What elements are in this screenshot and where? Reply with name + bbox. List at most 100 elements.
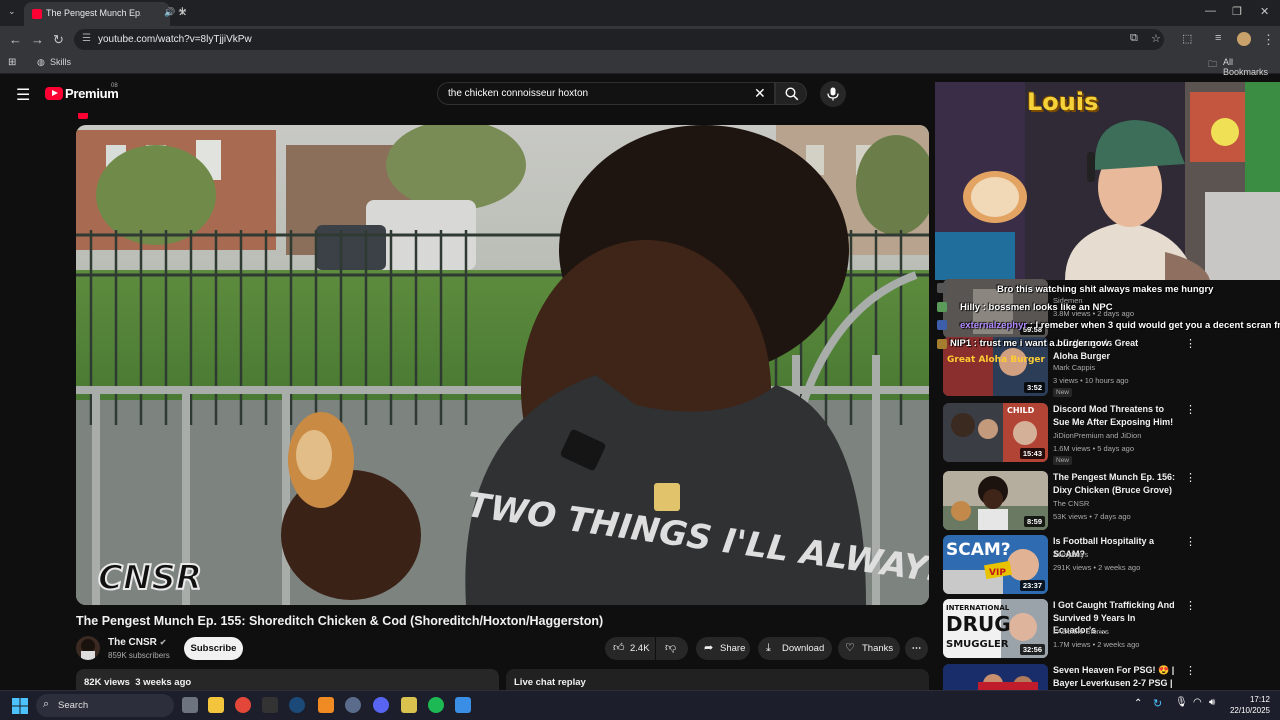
app-icon[interactable] [262,697,278,713]
file-explorer-icon[interactable] [208,697,224,713]
download-button[interactable]: ⤓ Download [758,637,832,660]
back-icon[interactable]: ← [9,32,22,47]
app-icon[interactable] [345,697,361,713]
app-icon[interactable] [401,697,417,713]
steam-icon[interactable] [289,697,305,713]
share-button[interactable]: ➦ Share [696,637,750,660]
verified-icon: ✔ [159,638,167,647]
more-options-icon[interactable]: ⋮ [1185,471,1196,484]
speaker-icon[interactable]: 🔊 [164,7,175,18]
taskbar-search-icon: ⌕ [43,698,50,710]
discord-icon[interactable] [373,697,389,713]
new-badge: New [1053,456,1073,465]
thumbs-up-icon: 👍︎ [613,642,625,654]
youtube-logo-icon[interactable] [45,87,63,100]
more-options-icon[interactable]: ⋮ [1185,403,1196,416]
apps-grid-icon[interactable]: ⊞ [8,57,16,68]
views-and-date: 82K views 3 weeks ago [84,677,192,688]
recommendation-item[interactable]: SCAM? VIP 23:37 Is Football Hospitality a… [943,535,1273,597]
voice-search-button[interactable] [820,81,846,107]
profile-avatar[interactable] [1237,32,1251,46]
new-badge: New [1053,388,1073,397]
recommendation-item[interactable]: 8:59 The Pengest Munch Ep. 156: Dixy Chi… [943,471,1273,533]
windows-start-icon[interactable] [12,698,28,714]
recommendation-title[interactable]: Discord Mod Threatens to Sue Me After Ex… [1053,403,1181,428]
dislike-button[interactable]: 👎︎ [656,637,688,660]
all-bookmarks-link[interactable]: All Bookmarks [1223,57,1280,77]
media-control-icon[interactable]: ≡ [1215,32,1221,44]
duration-badge: 32:56 [1019,644,1045,655]
tab-search-icon[interactable]: ⌄ [8,6,16,17]
wifi-icon[interactable]: ◠ [1193,697,1202,708]
minimize-button[interactable]: — [1205,5,1216,17]
close-window-button[interactable]: ✕ [1260,5,1269,18]
recommendation-channel[interactable]: Mark Cappis [1053,363,1095,372]
recommendation-thumbnail[interactable]: 8:59 [943,471,1048,530]
recommendation-channel[interactable]: LADbible Stories [1053,627,1109,636]
youtube-favicon-icon [32,9,42,19]
hamburger-menu-icon[interactable]: ☰ [16,85,30,105]
search-button[interactable] [775,82,807,105]
video-title: The Pengest Munch Ep. 155: Shoreditch Ch… [76,614,604,628]
recommendation-channel[interactable]: AwayDays [1053,550,1088,559]
more-options-icon[interactable]: ⋮ [1185,535,1196,548]
microphone-tray-icon[interactable]: 🎙︎ [1175,697,1188,708]
recommendation-thumbnail[interactable]: INTERNATIONAL DRUG SMUGGLER 32:56 [943,599,1048,658]
app-icon[interactable] [318,697,334,713]
recommendation-title[interactable]: Seven Heaven For PSG! 😍 | Bayer Leverkus… [1053,664,1181,690]
chat-message: Hilly : bossmen looks like an NPC [960,302,1113,313]
site-info-icon[interactable]: ☰ [82,33,91,44]
forward-icon[interactable]: → [31,32,44,47]
video-player[interactable]: TWO THINGS I'LL ALWAYS BE... HONEST CNSR [76,125,929,605]
recommendation-thumbnail[interactable]: CHILD 15:43 [943,403,1048,462]
chrome-icon[interactable] [235,697,251,713]
more-options-icon[interactable]: ⋮ [1185,337,1196,350]
search-input-value[interactable]: the chicken connoisseur hoxton [448,88,588,99]
clear-search-icon[interactable]: ✕ [754,85,766,102]
menu-icon[interactable]: ⋮ [1262,32,1275,48]
recommendation-title[interactable]: The Pengest Munch Ep. 156: Dixy Chicken … [1053,471,1181,496]
thanks-label: Thanks [862,643,894,654]
clock-time[interactable]: 17:12 [1236,695,1270,704]
channel-name[interactable]: The CNSR ✔ [108,637,166,648]
bookmark-skills[interactable]: Skills [50,57,71,67]
recommendation-title-line2[interactable]: Aloha Burger [1053,351,1110,361]
recommendation-thumbnail[interactable] [943,664,1048,690]
volume-icon[interactable]: 🔊︎ [1209,697,1215,708]
extensions-icon[interactable]: ⬚ [1182,32,1192,45]
cast-icon[interactable]: ⧉ [1130,32,1138,45]
share-label: Share [720,643,746,654]
thanks-button[interactable]: ♡ Thanks [838,637,900,660]
recommendation-channel[interactable]: The CNSR [1053,499,1089,508]
tray-sync-icon[interactable]: ↻ [1153,697,1162,710]
more-options-icon[interactable]: ⋮ [1185,599,1196,612]
reload-icon[interactable]: ↻ [53,32,64,48]
url-text[interactable]: youtube.com/watch?v=8lyTjjiVkPw [98,34,252,45]
like-button[interactable]: 👍︎ 2.4K [605,637,655,660]
taskbar-search[interactable]: ⌕ Search [36,694,174,717]
chat-badge-icon [937,339,947,349]
channel-avatar[interactable] [76,636,100,660]
more-options-icon[interactable]: ⋮ [1185,664,1196,677]
recommendation-item[interactable]: INTERNATIONAL DRUG SMUGGLER 32:56 I Got Ca… [943,599,1273,661]
recommendation-thumbnail[interactable]: SCAM? VIP 23:37 [943,535,1048,594]
new-tab-button[interactable]: + [178,3,187,20]
chat-message-text: trust me i want a burger now [979,338,1109,349]
bookmark-star-icon[interactable]: ☆ [1151,32,1161,45]
browser-tab-active[interactable]: The Pengest Munch Ep. 155 🔊 ✕ [24,2,187,26]
photos-icon[interactable] [455,697,471,713]
search-input[interactable]: the chicken connoisseur hoxton ✕ [437,82,775,105]
channel-name-text[interactable]: The CNSR [108,637,157,648]
maximize-button[interactable]: ❐ [1232,5,1242,18]
recommendation-channel[interactable]: JiDionPremium and JiDion [1053,431,1141,440]
subscribe-button[interactable]: Subscribe [184,637,243,660]
chat-message: externalzephyr : I remeber when 3 quid w… [960,320,1280,331]
tray-chevron-icon[interactable]: ⌃ [1134,698,1142,709]
omnibox[interactable]: ☰ youtube.com/watch?v=8lyTjjiVkPw [74,29,1164,50]
recommendation-item[interactable]: CHILD 15:43 Discord Mod Threatens to Sue… [943,403,1273,465]
clock-date[interactable]: 22/10/2025 [1226,706,1270,715]
spotify-icon[interactable] [428,697,444,713]
task-view-icon[interactable] [182,697,198,713]
more-actions-button[interactable]: ⋯ [905,637,928,660]
recommendation-item[interactable]: Seven Heaven For PSG! 😍 | Bayer Leverkus… [943,664,1273,690]
